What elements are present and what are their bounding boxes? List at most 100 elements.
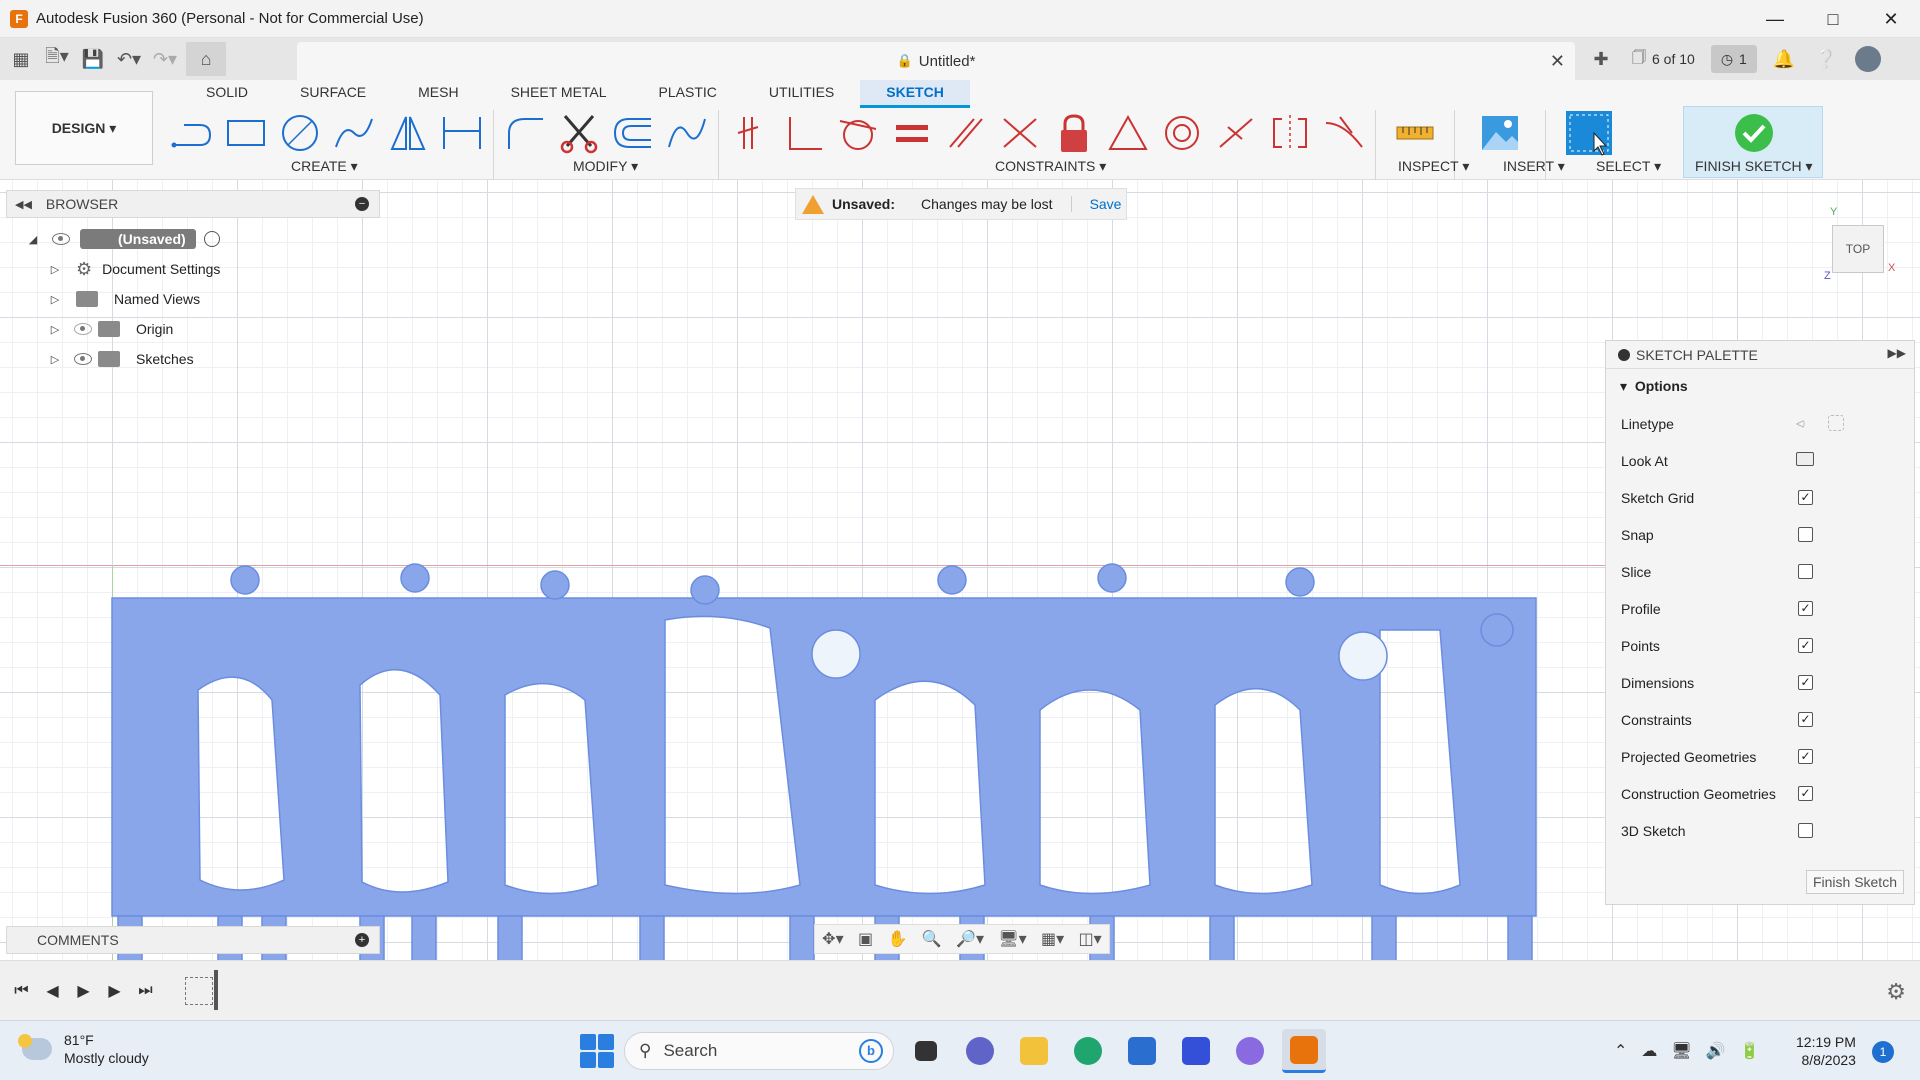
constraints-menu[interactable]: CONSTRAINTS ▾ [995,158,1106,175]
circle-tool-icon[interactable] [273,110,327,156]
measure-ruler-icon[interactable] [1380,110,1450,156]
comments-panel-header[interactable]: COMMENTS + [6,926,380,954]
linetype-centerline-icon[interactable] [1828,415,1844,431]
dimensions-checkbox[interactable]: ✓ [1798,675,1813,690]
pan-hand-icon[interactable]: ✋ [887,929,907,949]
insert-menu[interactable]: INSERT ▾ [1503,158,1565,175]
curvature-constraint-icon[interactable] [1317,110,1371,156]
linetype-construction-icon[interactable]: ⪦ [1796,415,1805,433]
triangle-constraint-icon[interactable] [1101,110,1155,156]
create-menu[interactable]: CREATE ▾ [291,158,358,175]
parallel-constraint-icon[interactable] [939,110,993,156]
browser-minimize-icon[interactable]: – [355,197,369,211]
display-icon[interactable]: 🖥 [1671,1041,1691,1061]
expand-triangle-icon[interactable]: ▷ [48,263,62,276]
hidden-eye-icon[interactable] [74,323,92,335]
collapse-browser-icon[interactable]: ◀◀ [15,198,32,211]
system-clock[interactable]: 12:19 PM 8/8/2023 [1796,1033,1856,1069]
notifications-bell-icon[interactable]: 🔔 [1769,44,1799,74]
symmetry-constraint-icon[interactable] [1263,110,1317,156]
user-avatar[interactable] [1853,44,1883,74]
tangent-constraint-icon[interactable] [831,110,885,156]
collinear-constraint-icon[interactable] [993,110,1047,156]
finish-sketch-menu[interactable]: FINISH SKETCH ▾ [1695,158,1813,175]
battery-icon[interactable]: 🔋 [1740,1041,1760,1061]
save-link[interactable]: Save [1070,196,1121,212]
concentric-constraint-icon[interactable] [1155,110,1209,156]
options-section-header[interactable]: ▾ Options [1606,369,1914,403]
palette-minimize-icon[interactable] [1618,348,1630,361]
inspect-menu[interactable]: INSPECT ▾ [1398,158,1469,175]
redo-icon[interactable]: ↷▾ [150,44,180,74]
offset-tool-icon[interactable] [606,110,660,156]
browser-panel-header[interactable]: ◀◀ BROWSER – [6,190,380,218]
construction-geometries-checkbox[interactable]: ✓ [1798,786,1813,801]
look-at-nav-icon[interactable]: ▣ [858,929,873,949]
dimension-tool-icon[interactable] [435,110,489,156]
tab-solid[interactable]: SOLID [180,80,274,108]
arc-tool-icon[interactable] [327,110,381,156]
new-tab-plus-icon[interactable]: ✚ [1586,44,1616,74]
tab-sketch[interactable]: SKETCH [860,80,970,108]
collapse-triangle-icon[interactable]: ◢ [26,233,40,246]
browser-root-item[interactable]: ◢ (Unsaved) [26,226,220,252]
minimize-button[interactable]: — [1746,0,1804,38]
save-icon[interactable]: 💾 [78,44,108,74]
visibility-eye-icon[interactable] [52,233,70,245]
step-back-icon[interactable]: ◀ [37,981,68,1001]
help-icon[interactable]: ❔ [1811,44,1841,74]
zoom-window-icon[interactable]: 🔎▾ [956,929,984,949]
data-panel-grid-icon[interactable]: ▦ [6,44,36,74]
tab-sheet-metal[interactable]: SHEET METAL [485,80,633,108]
start-button[interactable] [580,1034,614,1068]
browser-item-origin[interactable]: ▷ Origin [48,316,173,342]
workspace-switcher-button[interactable]: DESIGN ▾ [15,91,153,165]
undo-icon[interactable]: ↶▾ [114,44,144,74]
look-at-icon[interactable] [1796,452,1814,466]
notification-center-badge[interactable]: 1 [1872,1041,1894,1063]
tab-mesh[interactable]: MESH [392,80,484,108]
network-icon[interactable]: ☁ [1641,1041,1657,1061]
task-view-icon[interactable] [904,1029,948,1073]
close-tab-icon[interactable]: ✕ [1550,51,1565,72]
weather-widget[interactable]: 81°F Mostly cloudy [18,1031,149,1067]
3d-sketch-checkbox[interactable] [1798,823,1813,838]
go-to-start-icon[interactable]: ⏮ [6,982,37,1000]
viewcube-top-face[interactable]: TOP [1832,225,1884,273]
expand-triangle-icon[interactable]: ▷ [48,353,62,366]
orbit-icon[interactable]: ✥▾ [822,929,843,949]
viewports-icon[interactable]: ◫▾ [1079,929,1102,949]
job-status-badge[interactable]: ◷ 1 [1710,45,1757,73]
palette-finish-sketch-button[interactable]: Finish Sketch [1805,870,1904,894]
fusion-taskbar-icon[interactable] [1282,1029,1326,1073]
version-badge[interactable]: 🗍 6 of 10 [1622,45,1705,73]
rectangle-tool-icon[interactable] [219,110,273,156]
show-hidden-icons-chevron-icon[interactable]: ⌃ [1614,1041,1627,1061]
zoom-icon[interactable]: 🔍 [922,929,942,949]
grid-settings-icon[interactable]: ▦▾ [1041,929,1064,949]
play-icon[interactable]: ▶ [68,981,99,1001]
step-forward-icon[interactable]: ▶​ [99,981,130,1001]
browser-item-named-views[interactable]: ▷ Named Views [48,286,200,312]
file-menu-icon[interactable]: 🗎▾ [42,44,72,74]
select-tool-icon[interactable] [1550,110,1628,156]
midpoint-constraint-icon[interactable] [1209,110,1263,156]
taskbar-search-input[interactable]: ⚲ Search b [624,1032,894,1070]
timeline-settings-gear-icon[interactable]: ⚙ [1886,979,1906,1005]
projected-geometries-checkbox[interactable]: ✓ [1798,749,1813,764]
sketch-grid-checkbox[interactable]: ✓ [1798,490,1813,505]
sketch-palette-header[interactable]: SKETCH PALETTE ▶▶ [1606,341,1914,369]
browser-item-sketches[interactable]: ▷ Sketches [48,346,194,372]
mirror-tool-icon[interactable] [381,110,435,156]
snap-checkbox[interactable] [1798,527,1813,542]
close-window-button[interactable]: ✕ [1862,0,1920,38]
file-explorer-icon[interactable] [1012,1029,1056,1073]
expand-triangle-icon[interactable]: ▷ [48,293,62,306]
palette-expand-icon[interactable]: ▶▶ [1888,346,1906,360]
equal-constraint-icon[interactable] [885,110,939,156]
insert-image-icon[interactable] [1459,110,1541,156]
line-tool-icon[interactable] [165,110,219,156]
edge-browser-icon[interactable] [1066,1029,1110,1073]
app-blue-icon[interactable] [1174,1029,1218,1073]
perpendicular-constraint-icon[interactable] [777,110,831,156]
